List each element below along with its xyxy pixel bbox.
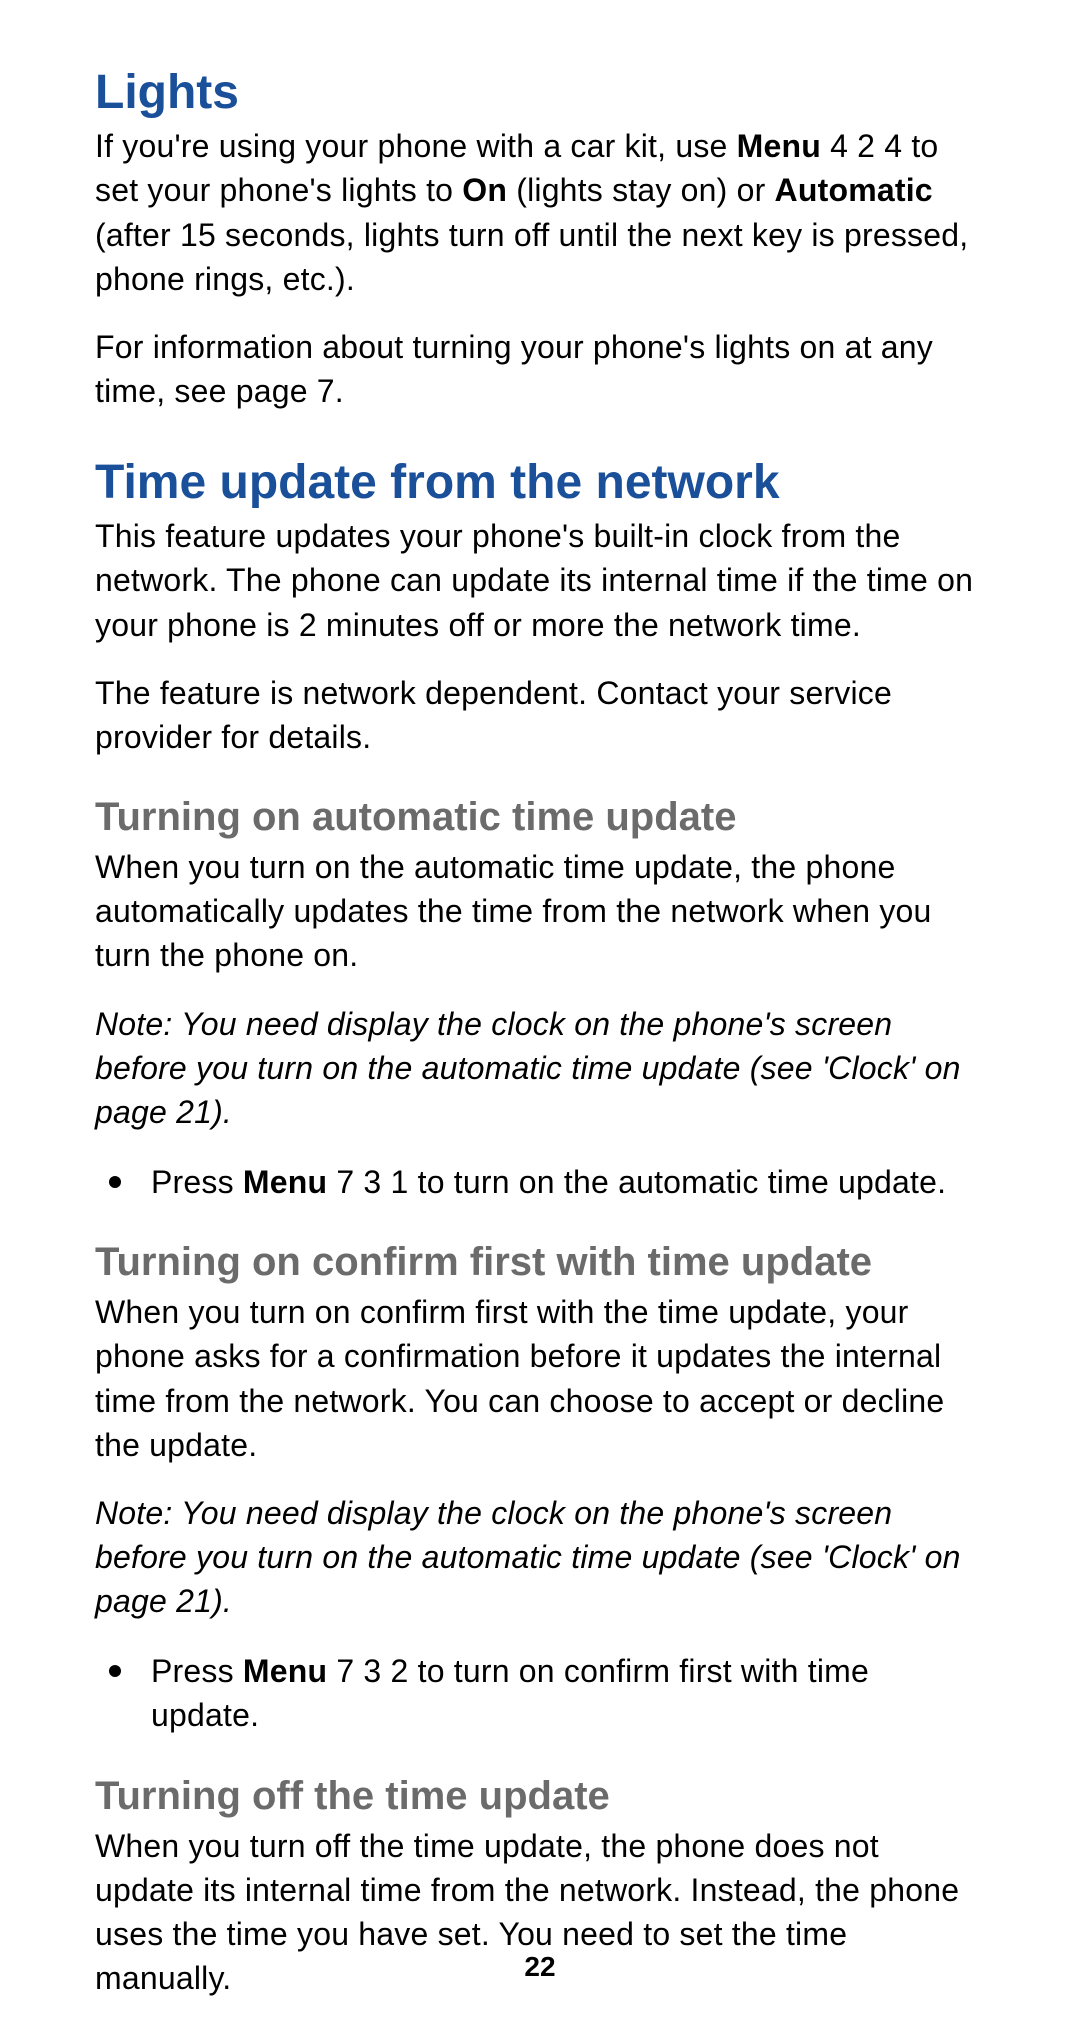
text-run: Press — [151, 1164, 243, 1200]
text-run: 7 3 1 to turn on the automatic time upda… — [327, 1164, 946, 1200]
subheading-auto-on: Turning on automatic time update — [95, 793, 985, 841]
text-run: (after 15 seconds, lights turn off until… — [95, 217, 968, 297]
bold-menu: Menu — [737, 128, 821, 164]
bold-automatic: Automatic — [775, 172, 933, 208]
text-run: (lights stay on) or — [507, 172, 774, 208]
subheading-confirm-first: Turning on confirm first with time updat… — [95, 1238, 985, 1286]
bullet-text: Press Menu 7 3 2 to turn on confirm firs… — [151, 1649, 985, 1737]
note-auto-on: Note: You need display the clock on the … — [95, 1002, 985, 1134]
text-run: Press — [151, 1653, 243, 1689]
bold-on: On — [462, 172, 507, 208]
page-number: 22 — [0, 1951, 1080, 1983]
paragraph-confirm-first-1: When you turn on confirm first with the … — [95, 1290, 985, 1467]
bullet-text: Press Menu 7 3 1 to turn on the automati… — [151, 1160, 946, 1204]
heading-lights: Lights — [95, 65, 985, 120]
note-confirm-first: Note: You need display the clock on the … — [95, 1491, 985, 1623]
paragraph-lights-1: If you're using your phone with a car ki… — [95, 124, 985, 301]
bullet-icon — [109, 1665, 121, 1677]
bullet-item-auto-on: Press Menu 7 3 1 to turn on the automati… — [109, 1160, 985, 1204]
bullet-item-confirm-first: Press Menu 7 3 2 to turn on confirm firs… — [109, 1649, 985, 1737]
bold-menu: Menu — [243, 1653, 327, 1689]
bold-menu: Menu — [243, 1164, 327, 1200]
paragraph-auto-on-1: When you turn on the automatic time upda… — [95, 845, 985, 977]
text-run: If you're using your phone with a car ki… — [95, 128, 737, 164]
paragraph-lights-2: For information about turning your phone… — [95, 325, 985, 413]
paragraph-time-update-2: The feature is network dependent. Contac… — [95, 671, 985, 759]
heading-time-update: Time update from the network — [95, 455, 985, 510]
paragraph-time-update-1: This feature updates your phone's built-… — [95, 514, 985, 646]
subheading-turn-off: Turning off the time update — [95, 1772, 985, 1820]
bullet-icon — [109, 1176, 121, 1188]
document-page: Lights If you're using your phone with a… — [0, 0, 1080, 2039]
